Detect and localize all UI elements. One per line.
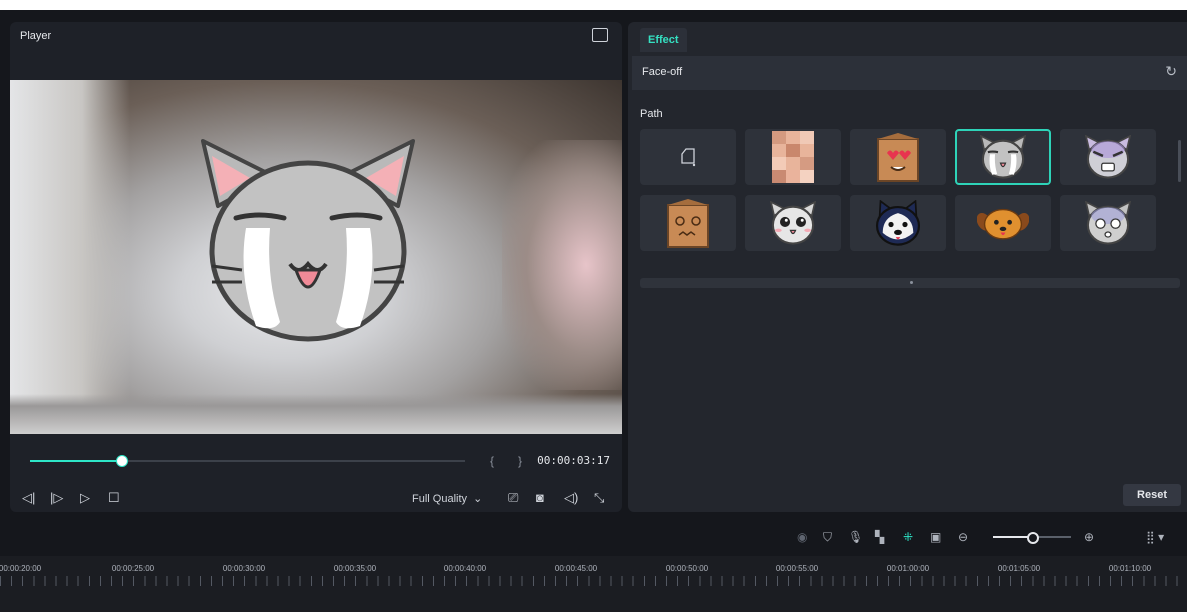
- video-preview: [10, 80, 622, 434]
- playback-progress: [30, 460, 122, 462]
- sticker-mosaic[interactable]: [745, 129, 841, 185]
- microphone-icon[interactable]: 🎙︎: [848, 530, 863, 544]
- grid-scrollbar[interactable]: [1178, 140, 1181, 182]
- sticker-dog[interactable]: [955, 195, 1051, 251]
- player-title: Player: [20, 30, 52, 42]
- grid-expand-bar[interactable]: [640, 278, 1180, 288]
- pip-icon[interactable]: ▣: [930, 530, 941, 544]
- path-label: Path: [640, 108, 663, 120]
- faceoff-header: Face-off ↻: [632, 56, 1187, 90]
- track-layout-icon[interactable]: ⣿ ▾: [1146, 530, 1164, 544]
- snap-icon[interactable]: ⁜: [903, 530, 913, 544]
- timeline-ruler[interactable]: 00:00:20:00 00:00:25:00 00:00:30:00 00:0…: [0, 556, 1187, 612]
- sticker-cat-angry[interactable]: [1060, 129, 1156, 185]
- stop-icon[interactable]: ☐: [108, 490, 120, 506]
- mark-out-icon[interactable]: }: [518, 454, 522, 468]
- sticker-box-dizzy[interactable]: [640, 195, 736, 251]
- reset-button[interactable]: Reset: [1123, 484, 1181, 506]
- sticker-husky[interactable]: [850, 195, 946, 251]
- fullscreen-icon[interactable]: ⤡: [594, 490, 604, 506]
- tick-label: 00:00:30:00: [222, 564, 266, 573]
- timecode: 00:00:03:17: [537, 454, 610, 467]
- tab-effect[interactable]: Effect: [640, 28, 687, 52]
- zoom-handle[interactable]: [1027, 532, 1039, 544]
- sticker-cat-crying[interactable]: [955, 129, 1051, 185]
- prev-frame-icon[interactable]: ◁|: [22, 490, 35, 506]
- display-icon[interactable]: ⎚: [508, 490, 518, 506]
- tick-label: 00:00:35:00: [333, 564, 377, 573]
- zoom-in-icon[interactable]: ⊕: [1084, 530, 1094, 544]
- sticker-cat-surprised[interactable]: [745, 195, 841, 251]
- player-panel: Player {} 00:00:03:17 ◁| |▷ ▷ ☐ Full Qu…: [10, 22, 622, 512]
- zoom-slider[interactable]: [993, 532, 1071, 544]
- tick-label: 00:00:20:00: [0, 564, 42, 573]
- mark-in-icon[interactable]: {: [490, 454, 494, 468]
- cat-crying-face-sticker[interactable]: [198, 136, 418, 346]
- sticker-cat-shocked[interactable]: [1060, 195, 1156, 251]
- tick-label: 00:01:05:00: [997, 564, 1041, 573]
- app-window: Player {} 00:00:03:17 ◁| |▷ ▷ ☐ Full Qu…: [0, 10, 1187, 612]
- image-icon[interactable]: [592, 28, 608, 42]
- render-preview-icon[interactable]: ◉: [797, 530, 807, 544]
- audio-track-icon[interactable]: ▚: [875, 530, 884, 544]
- snapshot-icon[interactable]: ◙: [536, 490, 544, 505]
- zoom-out-icon[interactable]: ⊖: [958, 530, 968, 544]
- tick-label: 00:00:25:00: [111, 564, 155, 573]
- tick-label: 00:00:55:00: [775, 564, 819, 573]
- scrubber-handle[interactable]: [116, 455, 129, 467]
- sticker-none[interactable]: [640, 129, 736, 185]
- playback-scrubber[interactable]: [30, 455, 465, 467]
- refresh-icon[interactable]: ↻: [1165, 63, 1177, 80]
- sticker-box-heart-eyes[interactable]: [850, 129, 946, 185]
- shield-icon[interactable]: ⛉: [823, 530, 832, 545]
- faceoff-title: Face-off: [642, 66, 683, 78]
- tick-label: 00:01:10:00: [1108, 564, 1152, 573]
- tick-label: 00:00:40:00: [443, 564, 487, 573]
- tick-label: 00:00:45:00: [554, 564, 598, 573]
- play-icon[interactable]: ▷: [80, 490, 90, 506]
- quality-select[interactable]: Full Quality ⌄: [412, 492, 482, 505]
- effect-panel: Effect Face-off ↻ Path Reset: [628, 22, 1187, 512]
- next-frame-icon[interactable]: |▷: [50, 490, 63, 506]
- tick-label: 00:00:50:00: [665, 564, 709, 573]
- volume-icon[interactable]: ◁): [564, 490, 578, 506]
- tick-label: 00:01:00:00: [886, 564, 930, 573]
